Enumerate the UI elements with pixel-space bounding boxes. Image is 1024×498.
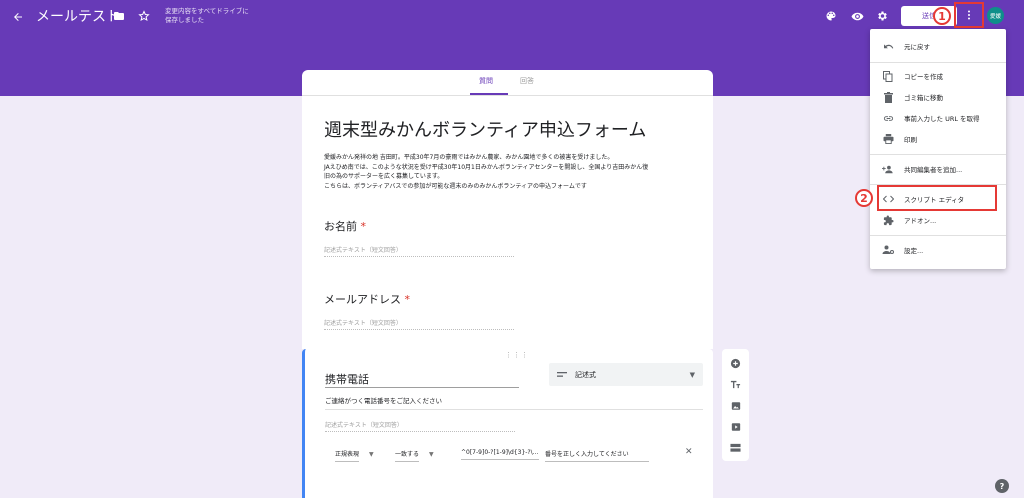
add-question-icon[interactable] xyxy=(729,357,742,370)
help-icon[interactable]: ? xyxy=(995,479,1009,493)
back-arrow-icon[interactable] xyxy=(10,9,26,25)
menu-divider xyxy=(870,154,1006,155)
menu-item-print[interactable]: 印刷 xyxy=(870,129,1006,149)
trash-icon xyxy=(882,91,894,103)
eye-icon[interactable] xyxy=(850,9,864,23)
add-people-icon xyxy=(882,163,894,175)
question-title: お名前 * xyxy=(324,220,366,233)
menu-item-settings[interactable]: 設定... xyxy=(870,240,1006,260)
form-header-card: 週末型みかんボランティア申込フォーム 愛媛みかん発祥の地 吉田町。平成30年7月… xyxy=(302,96,713,200)
puzzle-icon xyxy=(882,214,894,226)
menu-item-undo[interactable]: 元に戻す xyxy=(870,36,1006,56)
avatar[interactable]: 愛媛 xyxy=(987,7,1004,24)
validation-condition-select[interactable]: 一致する ▼ xyxy=(395,449,434,462)
tab-bar: 質問 回答 xyxy=(302,70,713,96)
tab-responses[interactable]: 回答 xyxy=(520,76,534,86)
question-type-dropdown[interactable]: 記述式 ▼ xyxy=(549,363,703,386)
validation-error-input[interactable]: 番号を正しく入力してください xyxy=(545,449,649,462)
question-title-input[interactable]: 携帯電話 xyxy=(325,366,519,388)
chevron-down-icon: ▼ xyxy=(689,370,695,379)
more-menu-highlight xyxy=(954,2,984,28)
question-card-name[interactable]: お名前 * 記述式テキスト（短文回答） xyxy=(302,200,713,275)
gear-icon[interactable] xyxy=(875,9,889,23)
settings-person-icon xyxy=(882,244,894,256)
question-description-input[interactable]: ご連絡がつく電話番号をご記入ください xyxy=(325,395,703,410)
chevron-down-icon: ▼ xyxy=(369,451,374,458)
menu-item-add-collaborators[interactable]: 共同編集者を追加... xyxy=(870,159,1006,179)
short-answer-placeholder: 記述式テキスト（短文回答） xyxy=(324,245,514,257)
print-icon xyxy=(882,133,894,145)
folder-icon[interactable] xyxy=(112,9,126,23)
link-icon xyxy=(882,112,894,124)
close-icon[interactable]: ✕ xyxy=(685,447,693,457)
add-image-icon[interactable] xyxy=(729,399,742,412)
menu-item-prefilled-link[interactable]: 事前入力した URL を取得 xyxy=(870,108,1006,128)
copy-icon xyxy=(882,70,894,82)
add-title-icon[interactable] xyxy=(729,378,742,391)
form-name[interactable]: メールテスト xyxy=(36,8,120,26)
script-editor-highlight xyxy=(877,185,997,211)
side-toolbar xyxy=(722,349,749,461)
short-answer-placeholder: 記述式テキスト（短文回答） xyxy=(325,420,515,432)
chevron-down-icon: ▼ xyxy=(429,451,434,458)
drag-handle-icon[interactable]: ⋮⋮⋮ xyxy=(505,351,529,359)
menu-divider xyxy=(870,235,1006,236)
menu-item-addons[interactable]: アドオン... xyxy=(870,210,1006,230)
question-card-email[interactable]: メールアドレス * 記述式テキスト（短文回答） xyxy=(302,275,713,349)
short-answer-placeholder: 記述式テキスト（短文回答） xyxy=(324,318,514,330)
menu-item-trash[interactable]: ゴミ箱に移動 xyxy=(870,87,1006,107)
question-card-phone[interactable]: ⋮⋮⋮ 携帯電話 記述式 ▼ ご連絡がつく電話番号をご記入ください 記述式テキス… xyxy=(302,349,713,498)
undo-icon xyxy=(882,40,894,52)
tab-active-indicator xyxy=(470,93,508,95)
tab-questions[interactable]: 質問 xyxy=(479,76,493,86)
add-video-icon[interactable] xyxy=(729,420,742,433)
more-options-menu: 元に戻す コピーを作成 ゴミ箱に移動 事前入力した URL を取得 印刷 共同編… xyxy=(870,29,1006,269)
menu-divider xyxy=(870,62,1006,63)
validation-kind-select[interactable]: 正規表現 ▼ xyxy=(335,449,374,462)
step-2-badge: 2 xyxy=(855,189,873,207)
form-title[interactable]: 週末型みかんボランティア申込フォーム xyxy=(324,116,646,142)
menu-item-make-copy[interactable]: コピーを作成 xyxy=(870,66,1006,86)
short-text-icon xyxy=(557,372,567,377)
star-icon[interactable] xyxy=(137,9,151,23)
add-section-icon[interactable] xyxy=(729,441,742,454)
save-status: 変更内容をすべてドライブに 保存しました xyxy=(165,7,249,24)
form-description[interactable]: 愛媛みかん発祥の地 吉田町。平成30年7月の豪雨ではみかん農家、みかん園地で多く… xyxy=(324,153,704,191)
palette-icon[interactable] xyxy=(824,9,838,23)
validation-pattern-input[interactable]: ^0[7-9]0-?[1-9]\d{3}-?\... xyxy=(461,449,539,460)
question-title: メールアドレス * xyxy=(324,293,410,306)
step-1-badge: 1 xyxy=(933,7,951,25)
